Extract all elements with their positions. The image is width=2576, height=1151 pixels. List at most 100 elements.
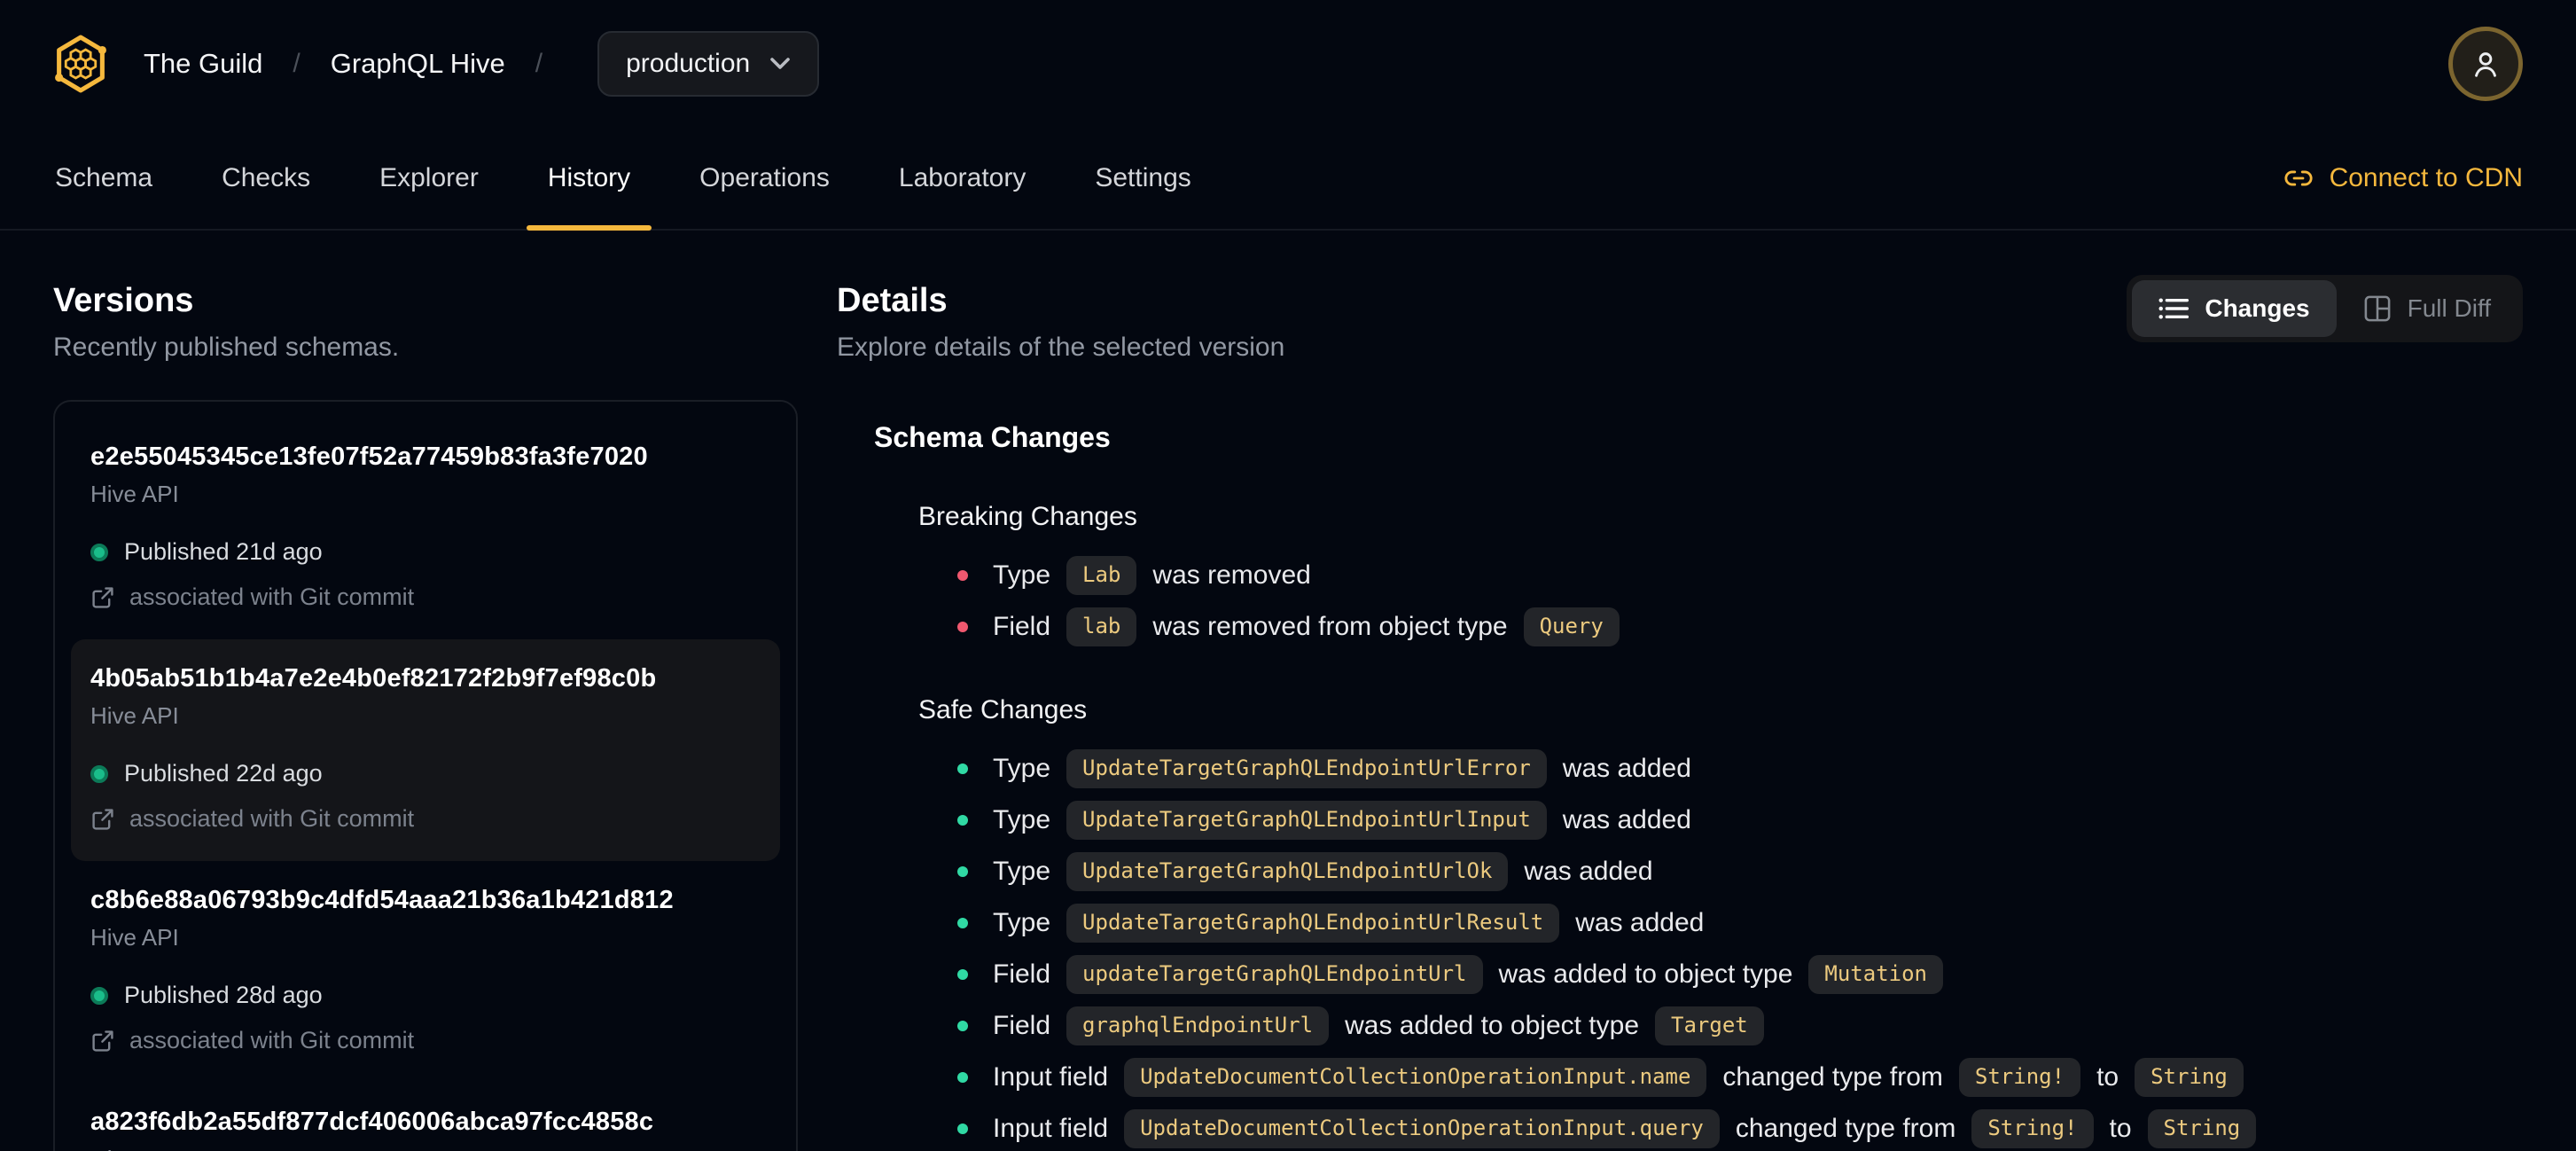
connect-to-cdn-button[interactable]: Connect to CDN [2283,163,2523,193]
change-row: Input field UpdateDocumentCollectionOpera… [957,1057,2523,1098]
details-header: Details Explore details of the selected … [837,271,2523,363]
tab-history[interactable]: History [526,128,652,231]
breaking-changes-list: Type Lab was removed Field lab was removed fr… [957,555,2523,647]
code-chip: Target [1655,1006,1764,1045]
change-text: Field [993,959,1051,989]
target-selector-value: production [626,49,751,78]
code-chip: UpdateTargetGraphQLEndpointUrlResult [1066,904,1560,943]
code-chip: Query [1523,607,1620,646]
safe-changes-heading: Safe Changes [918,695,1088,724]
link-icon [2283,163,2314,193]
change-text: changed type from [1722,1062,1943,1092]
change-groups: Breaking Changes Type Lab was removed Field l… [874,502,2523,1149]
version-status-row: Published 28d ago [90,982,761,1009]
version-list: e2e55045345ce13fe07f52a77459b83fa3fe7020… [53,400,798,1151]
schema-changes-title: Schema Changes [874,421,1111,453]
version-list-item[interactable]: e2e55045345ce13fe07f52a77459b83fa3fe7020… [71,418,780,639]
version-list-item[interactable]: 4b05ab51b1b4a7e2e4b0ef82172f2b9f7ef98c0b… [71,639,780,861]
app-window: The Guild / GraphQL Hive / production Sc… [0,0,2576,1151]
details-title: Details [837,282,948,319]
code-chip: String [2135,1058,2244,1097]
version-published-label: Published 28d ago [124,982,323,1008]
tab-explorer[interactable]: Explorer [378,128,480,229]
code-chip: updateTargetGraphQLEndpointUrl [1066,955,1483,994]
version-published-label: Published 21d ago [124,538,323,565]
version-service-name: Hive API [90,1146,761,1151]
change-text: Type [993,805,1051,834]
code-chip: UpdateTargetGraphQLEndpointUrlOk [1066,852,1509,891]
nav-tabs: Schema Checks Explorer History Operations Lab… [53,128,1193,231]
change-text: was added [1562,805,1691,834]
change-text: Type [993,908,1051,937]
safe-bullet [957,1124,968,1134]
breadcrumb-org[interactable]: The Guild [144,48,262,80]
git-commit-label: associated with Git commit [129,583,415,610]
version-service-name: Hive API [90,924,179,951]
change-row: Type Lab was removed [957,555,2523,596]
tab-checks[interactable]: Checks [220,128,312,229]
change-text: Input field [993,1114,1109,1143]
safe-bullet [957,1072,968,1083]
git-commit-link[interactable]: associated with Git commit [90,805,761,833]
schema-changes-section: Schema Changes Breaking Changes Type Lab wa… [837,421,2523,1149]
change-text: Field [993,612,1051,641]
published-status-dot [90,764,108,783]
git-commit-link[interactable]: associated with Git commit [90,1027,761,1054]
external-link-icon [90,1029,115,1053]
change-text: to [2109,1114,2132,1143]
user-menu-button[interactable] [2448,27,2523,101]
view-toggle-label: Full Diff [2407,294,2491,322]
safe-bullet [957,815,968,826]
safe-bullet [957,1021,968,1031]
safe-bullet [957,918,968,928]
version-published-label: Published 22d ago [124,760,323,787]
breadcrumb-separator: / [535,49,543,78]
header-top-row: The Guild / GraphQL Hive / production [0,0,2576,128]
change-row: Field graphqlEndpointUrl was added to obje… [957,1006,2523,1046]
version-service-name: Hive API [90,702,179,729]
view-toggle-changes[interactable]: Changes [2132,280,2337,337]
tab-schema[interactable]: Schema [53,128,154,229]
tab-operations[interactable]: Operations [698,128,831,229]
breaking-bullet [957,622,968,632]
change-text: was added to object type [1345,1011,1640,1040]
change-text: Type [993,754,1051,783]
code-chip: UpdateTargetGraphQLEndpointUrlInput [1066,801,1547,840]
details-subtitle: Explore details of the selected version [837,333,1285,362]
view-toggle-full-diff[interactable]: Full Diff [2337,280,2517,337]
breadcrumb-separator: / [293,49,301,78]
change-text: was added to object type [1498,959,1793,989]
code-chip: graphqlEndpointUrl [1066,1006,1330,1045]
change-row: Input field UpdateDocumentCollectionOpera… [957,1108,2523,1149]
published-status-dot [90,543,108,561]
code-chip: String [2147,1109,2257,1148]
breaking-changes-heading: Breaking Changes [918,502,1137,531]
version-list-item[interactable]: a823f6db2a55df877dcf406006abca97fcc4858c… [71,1083,780,1151]
details-panel: Details Explore details of the selected … [798,271,2523,1151]
tab-laboratory[interactable]: Laboratory [897,128,1027,229]
safe-bullet [957,969,968,980]
change-text: was added [1562,754,1691,783]
code-chip: UpdateDocumentCollectionOperationInput.q… [1124,1109,1720,1148]
versions-subtitle: Recently published schemas. [53,333,400,362]
change-row: Type UpdateTargetGraphQLEndpointUrlInput w… [957,800,2523,841]
external-link-icon [90,585,115,610]
change-text: Field [993,1011,1051,1040]
safe-changes-list: Type UpdateTargetGraphQLEndpointUrlError w… [957,748,2523,1149]
published-status-dot [90,986,108,1005]
view-toggle-label: Changes [2205,294,2310,322]
tab-settings[interactable]: Settings [1093,128,1192,229]
version-hash: 4b05ab51b1b4a7e2e4b0ef82172f2b9f7ef98c0b [90,664,657,693]
version-hash: a823f6db2a55df877dcf406006abca97fcc4858c [90,1108,654,1136]
code-chip: Mutation [1808,955,1943,994]
git-commit-link[interactable]: associated with Git commit [90,583,761,611]
version-list-item[interactable]: c8b6e88a06793b9c4dfd54aaa21b36a1b421d812… [71,861,780,1083]
safe-bullet [957,866,968,877]
change-text: was removed [1152,560,1311,590]
breadcrumb-project[interactable]: GraphQL Hive [331,48,505,80]
hive-logo-icon[interactable] [53,35,108,93]
main-content: Versions Recently published schemas. e2e… [0,231,2576,1151]
change-text: Input field [993,1062,1109,1092]
target-selector[interactable]: production [597,31,820,97]
code-chip: UpdateTargetGraphQLEndpointUrlError [1066,749,1547,788]
